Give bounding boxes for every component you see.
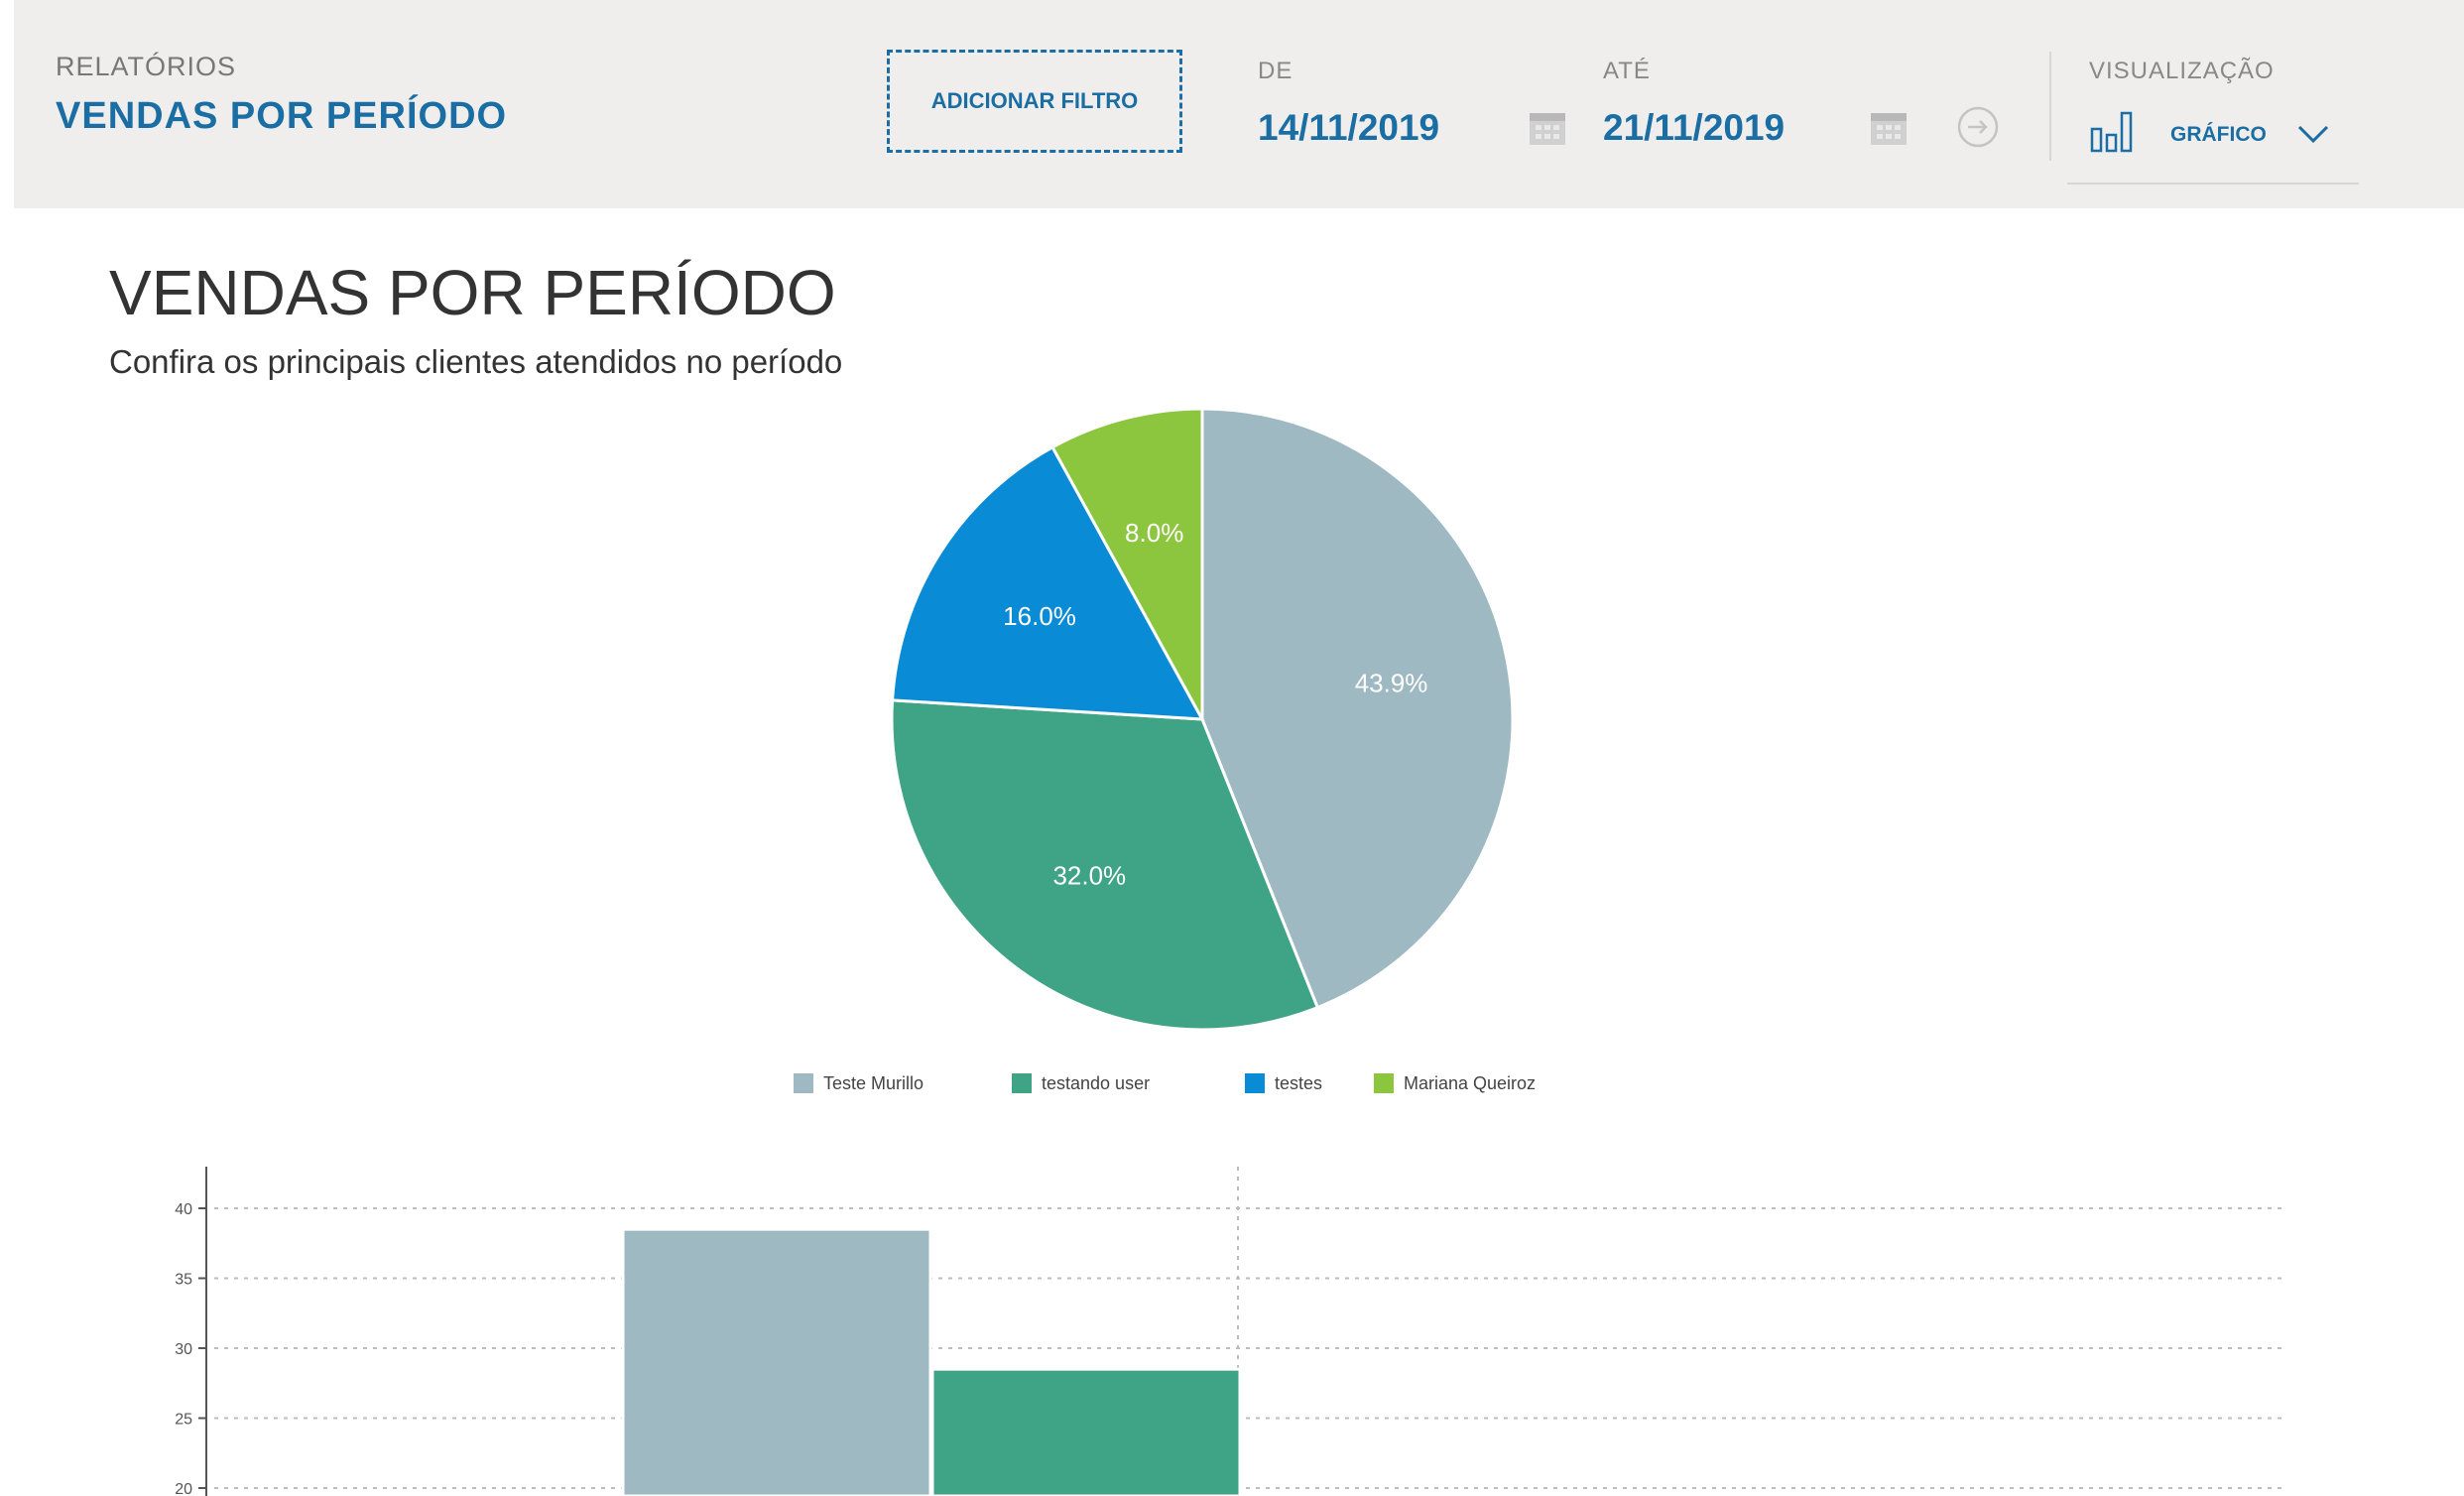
bar[interactable] — [930, 1367, 1242, 1496]
calendar-icon[interactable] — [1869, 109, 1909, 147]
bar-chart-icon — [2090, 111, 2133, 153]
legend-swatch — [1012, 1073, 1032, 1093]
header-divider — [2049, 52, 2051, 161]
to-date-label: ATÉ — [1603, 58, 1651, 84]
bar-chart: 40 35 30 25 20 — [175, 1167, 2281, 1496]
apply-arrow-icon[interactable] — [1956, 105, 2000, 149]
add-filter-button[interactable]: ADICIONAR FILTRO — [887, 50, 1182, 153]
pie-value-label: 16.0% — [1003, 601, 1076, 631]
pie-legend: Teste Murillo testando user testes Mariana … — [794, 1063, 1786, 1103]
chart-section-subtitle: Confira os principais clientes atendidos… — [109, 343, 843, 380]
from-date-value[interactable]: 14/11/2019 — [1258, 107, 1439, 149]
report-header: RELATÓRIOS VENDAS POR PERÍODO ADICIONAR … — [14, 0, 2464, 208]
view-mode-value: GRÁFICO — [2170, 123, 2267, 146]
legend-label: Teste Murillo — [823, 1072, 924, 1093]
legend-swatch — [1374, 1073, 1394, 1093]
calendar-icon[interactable] — [1528, 109, 1567, 147]
view-mode-select[interactable]: GRÁFICO — [2067, 99, 2359, 185]
legend-label: Mariana Queiroz — [1404, 1072, 1537, 1093]
legend-swatch — [1245, 1073, 1265, 1093]
breadcrumb[interactable]: RELATÓRIOS — [56, 52, 236, 82]
legend-item[interactable]: testes — [1245, 1063, 1322, 1103]
y-tick-label: 25 — [175, 1412, 192, 1429]
pie-chart: 43.9% 32.0% 16.0% 8.0% — [890, 407, 1515, 1032]
page-title: VENDAS POR PERÍODO — [56, 95, 508, 137]
chart-section-title: VENDAS POR PERÍODO — [109, 257, 836, 328]
from-date-label: DE — [1258, 58, 1294, 84]
legend-label: testando user — [1042, 1072, 1151, 1093]
y-tick-label: 35 — [175, 1272, 192, 1289]
legend-item[interactable]: testando user — [1012, 1063, 1150, 1103]
pie-value-label: 8.0% — [1125, 518, 1183, 548]
chevron-down-icon — [2297, 125, 2329, 144]
legend-item[interactable]: Mariana Queiroz — [1374, 1063, 1536, 1103]
view-mode-label: VISUALIZAÇÃO — [2089, 58, 2275, 84]
bar[interactable] — [621, 1227, 932, 1496]
legend-item[interactable]: Teste Murillo — [794, 1063, 924, 1103]
y-tick-label: 20 — [175, 1481, 192, 1496]
y-tick-label: 30 — [175, 1341, 192, 1358]
legend-label: testes — [1275, 1072, 1323, 1093]
y-tick-label: 40 — [175, 1201, 192, 1218]
legend-swatch — [794, 1073, 813, 1093]
to-date-value[interactable]: 21/11/2019 — [1603, 107, 1785, 149]
pie-value-label: 43.9% — [1355, 668, 1428, 697]
pie-value-label: 32.0% — [1052, 860, 1126, 890]
